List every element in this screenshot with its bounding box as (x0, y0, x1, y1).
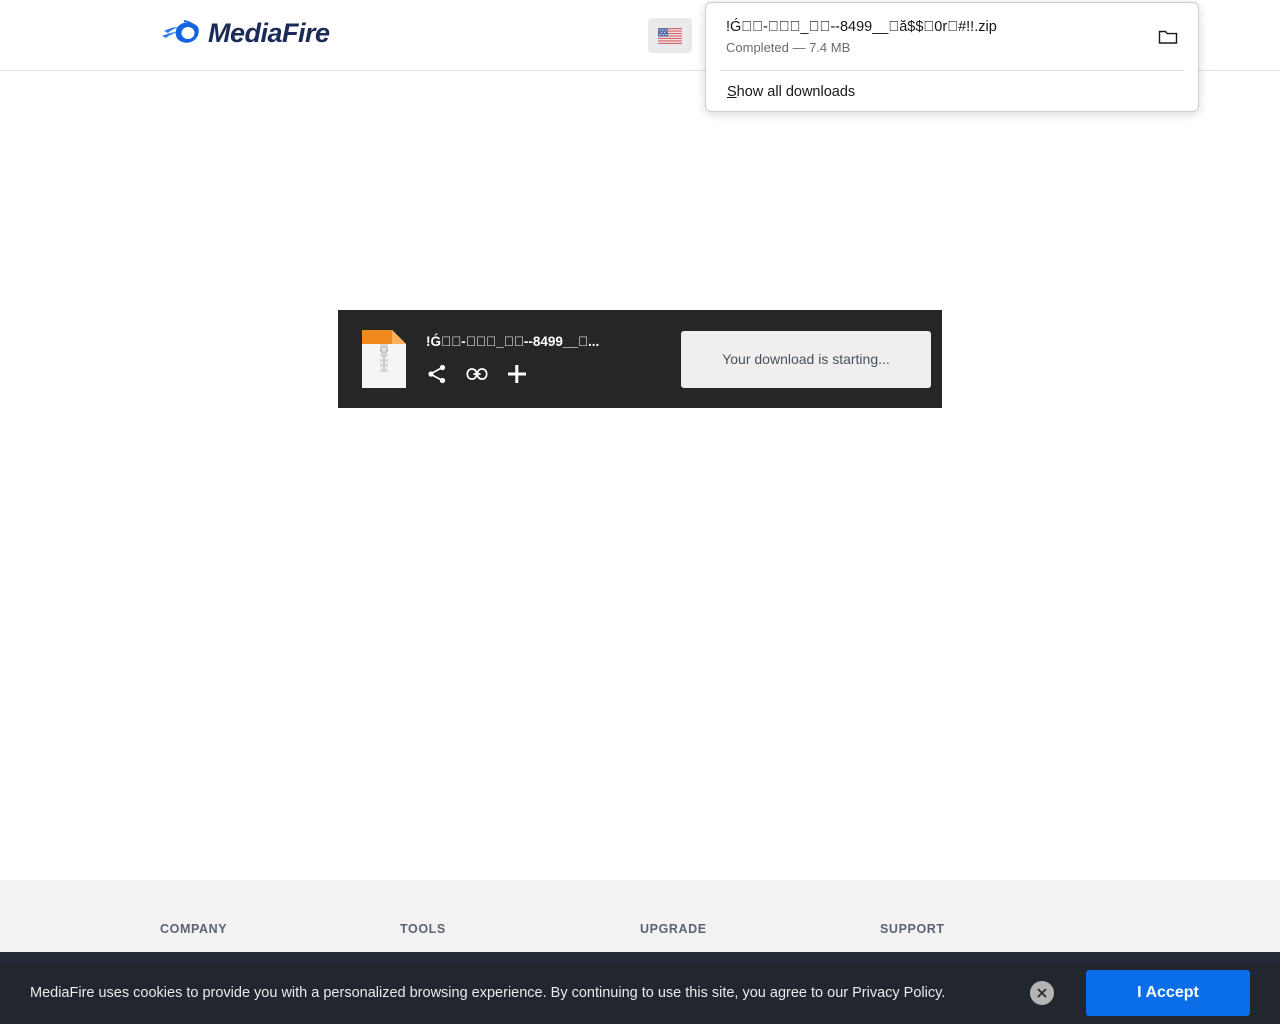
cookie-message: MediaFire uses cookies to provide you wi… (30, 985, 946, 1001)
link-icon[interactable] (466, 363, 488, 385)
mediafire-flame-icon (162, 20, 199, 43)
file-download-card: !Ǵ󰄀󰄀-󰄀󰄀󰄀_󰄀󰄀--8499__󰄀... (338, 310, 942, 408)
footer-heading: SUPPORT (880, 922, 945, 936)
cookie-accept-button[interactable]: I Accept (1086, 970, 1250, 1016)
download-status-button[interactable]: Your download is starting... (681, 330, 931, 388)
download-item-info: !Ǵ󰄀󰄀-󰄀󰄀󰄀_󰄀󰄀--8499__󰄀ă$$󰄀0r󰄀#!!.zip Compl… (726, 17, 1152, 57)
open-containing-folder-button[interactable] (1152, 21, 1184, 53)
file-action-bar (426, 363, 666, 385)
cookie-consent-banner: MediaFire uses cookies to provide you wi… (0, 962, 1280, 1024)
show-all-accesskey: S (727, 83, 737, 100)
file-name: !Ǵ󰄀󰄀-󰄀󰄀󰄀_󰄀󰄀--8499__󰄀... (426, 334, 600, 349)
share-icon[interactable] (426, 363, 448, 385)
plus-icon[interactable] (506, 363, 528, 385)
footer-heading: UPGRADE (640, 922, 707, 936)
show-all-downloads-button[interactable]: Show all downloads (706, 71, 1198, 111)
show-all-label: how all downloads (736, 83, 856, 100)
download-popup: !Ǵ󰄀󰄀-󰄀󰄀󰄀_󰄀󰄀--8499__󰄀ă$$󰄀0r󰄀#!!.zip Compl… (705, 2, 1199, 112)
cookie-close-button[interactable] (1030, 981, 1054, 1005)
zip-file-icon (362, 330, 406, 388)
file-info: !Ǵ󰄀󰄀-󰄀󰄀󰄀_󰄀󰄀--8499__󰄀... (426, 333, 666, 385)
close-icon (1037, 988, 1047, 998)
footer-heading-strip: COMPANY TOOLS UPGRADE SUPPORT (0, 880, 1280, 952)
folder-icon (1158, 30, 1178, 44)
download-item[interactable]: !Ǵ󰄀󰄀-󰄀󰄀󰄀_󰄀󰄀--8499__󰄀ă$$󰄀0r󰄀#!!.zip Compl… (706, 3, 1198, 70)
footer-column-company: COMPANY (160, 880, 400, 936)
footer-column-tools: TOOLS (400, 880, 640, 936)
download-filename: !Ǵ󰄀󰄀-󰄀󰄀󰄀_󰄀󰄀--8499__󰄀ă$$󰄀0r󰄀#!!.zip (726, 18, 997, 35)
footer-heading: COMPANY (160, 922, 228, 936)
download-status-text: Completed — 7.4 MB (726, 39, 851, 55)
footer-column-support: SUPPORT (880, 880, 1120, 936)
page-root: MediaFire (0, 0, 1280, 1024)
logo-text: MediaFire (208, 18, 330, 48)
language-selector-button[interactable] (648, 18, 692, 53)
footer-heading: TOOLS (400, 922, 446, 936)
us-flag-icon (658, 27, 682, 44)
footer-column-upgrade: UPGRADE (640, 880, 880, 936)
footer-headings: COMPANY TOOLS UPGRADE SUPPORT (160, 880, 1160, 936)
mediafire-logo[interactable]: MediaFire (160, 18, 330, 48)
